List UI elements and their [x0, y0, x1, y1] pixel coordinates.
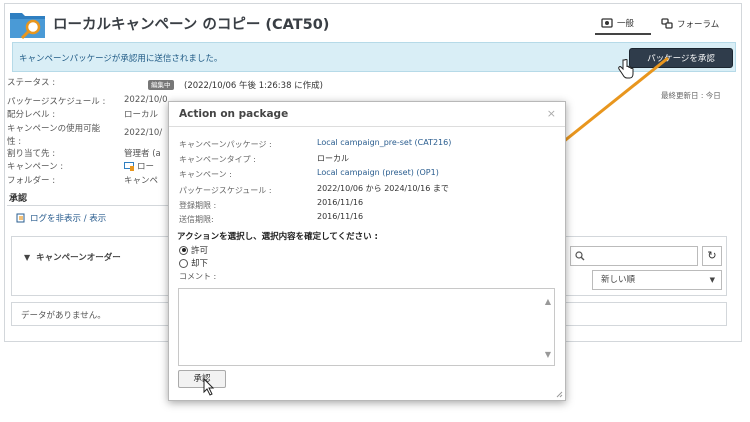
pointer-cursor-icon [203, 378, 215, 396]
tab-general[interactable]: 一般 [595, 13, 651, 35]
availability-value: 2022/10/ [124, 128, 163, 138]
page-title: ローカルキャンペーン のコピー (CAT50) [53, 17, 330, 33]
distribution-value: ローカル [124, 110, 159, 120]
availability-label-cont: 性 : [7, 137, 22, 147]
collapse-triangle-icon: ▼ [24, 252, 31, 262]
log-toggle-link[interactable]: ログを非表示 / 表示 [16, 212, 106, 224]
package-label: キャンペーンパッケージ : [179, 140, 272, 149]
action-prompt: アクションを選択し、選択内容を確定してください : [177, 232, 378, 242]
status-badge: 編集中 [148, 80, 174, 90]
campaign-value[interactable]: ロー [124, 160, 154, 172]
forum-icon [661, 18, 673, 29]
scroll-up-icon[interactable]: ▲ [545, 297, 551, 306]
last-update: 最終更新日 : 今日 [661, 91, 721, 100]
sort-dropdown[interactable]: 新しい順 ▼ [592, 270, 722, 290]
status-label: ステータス : [7, 78, 56, 88]
section-divider [7, 205, 169, 206]
registration-deadline-label: 登録期限 : [179, 201, 217, 210]
action-on-package-dialog: Action on package × キャンペーンパッケージ : Local … [168, 101, 566, 401]
radio-allow[interactable]: 許可 [179, 244, 208, 256]
registration-deadline-value: 2016/11/16 [317, 198, 364, 207]
search-icon [575, 251, 585, 261]
schedule-value: 2022/10/0 [124, 95, 168, 105]
campaign-value-text: ロー [137, 162, 155, 172]
submission-deadline-label: 送信期限: [179, 215, 214, 224]
radio-reject[interactable]: 却下 [179, 257, 208, 269]
page-header: ローカルキャンペーン のコピー (CAT50) 一般 フォーラム [5, 4, 741, 40]
modal-campaign-link[interactable]: Local campaign (preset) (OP1) [317, 168, 439, 177]
orders-header[interactable]: ▼ キャンペーンオーダー [24, 251, 121, 264]
sort-value: 新しい順 [601, 275, 636, 285]
radio-reject-label: 却下 [191, 259, 209, 269]
notice-text: キャンペーンパッケージが承認用に送信されました。 [19, 54, 223, 64]
assigned-label: 割り当て先 : [7, 149, 56, 159]
modal-campaign-label: キャンペーン : [179, 170, 232, 179]
campaign-type-value: ローカル [317, 154, 349, 163]
scroll-down-icon[interactable]: ▼ [545, 350, 551, 359]
chevron-down-icon: ▼ [709, 276, 715, 284]
log-icon [16, 213, 25, 223]
submission-deadline-value: 2016/11/16 [317, 212, 364, 221]
campaign-type-label: キャンペーンタイプ : [179, 155, 256, 164]
radio-allow-button[interactable] [179, 245, 188, 255]
tab-forum[interactable]: フォーラム [659, 13, 733, 35]
folder-label: フォルダー : [7, 176, 56, 186]
orders-title: キャンペーンオーダー [36, 253, 121, 263]
refresh-icon: ↻ [707, 249, 717, 262]
radio-allow-label: 許可 [191, 246, 209, 256]
comment-label: コメント : [179, 272, 217, 281]
assigned-value: 管理者 (a [124, 149, 161, 159]
campaign-label: キャンペーン : [7, 162, 64, 172]
tab-general-label: 一般 [617, 19, 635, 29]
tab-forum-label: フォーラム [677, 20, 720, 30]
availability-label: キャンペーンの使用可能 [7, 124, 101, 134]
package-link[interactable]: Local campaign_pre-set (CAT216) [317, 138, 451, 147]
modal-schedule-value: 2022/10/06 から 2024/10/16 まで [317, 184, 449, 193]
orders-search-input[interactable] [570, 246, 698, 266]
approval-section-title: 承認 [9, 194, 28, 204]
folder-value: キャンペ [124, 176, 159, 186]
approve-submit-button[interactable]: 承認 [178, 370, 226, 388]
globe-icon [601, 18, 613, 28]
close-icon[interactable]: × [547, 107, 556, 120]
dialog-header: Action on package × [169, 102, 565, 127]
resize-grip-icon[interactable] [556, 391, 563, 398]
campaign-folder-icon [10, 13, 45, 40]
distribution-label: 配分レベル : [7, 110, 56, 120]
radio-reject-button[interactable] [179, 258, 188, 268]
status-created-note: (2022/10/06 午後 1:26:38 に作成) [184, 81, 323, 91]
dialog-title: Action on package [179, 108, 289, 120]
hand-cursor-icon [618, 59, 634, 79]
approve-package-button[interactable]: パッケージを承認 [629, 48, 733, 68]
refresh-button[interactable]: ↻ [702, 246, 722, 266]
schedule-label: パッケージスケジュール : [7, 97, 106, 107]
comment-textarea[interactable]: ▲ ▼ [178, 288, 555, 366]
campaign-icon [124, 161, 134, 171]
modal-schedule-label: パッケージスケジュール : [179, 186, 272, 195]
log-toggle-text: ログを非表示 / 表示 [30, 214, 107, 224]
